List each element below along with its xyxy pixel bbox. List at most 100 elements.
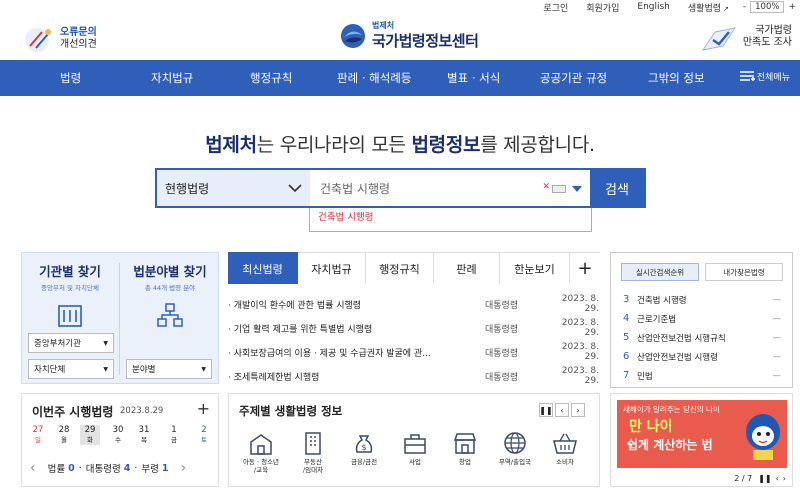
banner-pause-button[interactable]: ❚❚ [758,474,771,483]
site-logo[interactable]: 법제처 국가법령정보센터 [340,20,479,51]
rank-change: — [772,370,782,381]
day-week: 금 [171,436,177,444]
calendar-day[interactable]: 28 월 [54,425,74,445]
theme-item-finance[interactable]: $ 금융/금전 [344,431,384,466]
all-menu-label: 전체메뉴 [756,72,790,83]
prev-week-button[interactable]: ‹ [30,460,36,476]
nav-item-precedent[interactable]: 판례 · 해석례등 [337,70,411,86]
login-link[interactable]: 로그인 [543,1,568,14]
calendar-day[interactable]: 30 수 [108,425,128,445]
tab-more-button[interactable]: + [570,252,600,284]
rank-name: 산업안전보건법 시행령 [637,352,718,363]
lifelaw-link[interactable]: 생활법령 ↗ [688,1,729,14]
theme-item-business[interactable]: 사업 [395,431,435,466]
day-number: 27 [32,425,44,435]
banner-image[interactable]: 새해이가 알려주는 당신의 나이 만 나이 쉽게 계산하는 법 [617,400,787,468]
keyboard-icon[interactable] [552,185,566,193]
banner-prev-button[interactable]: ‹ [776,474,779,483]
feedback-link[interactable]: 오류문의 개선의견 [22,24,97,54]
next-button[interactable]: › [571,403,585,417]
weekly-enforcement-panel: 이번주 시행법령 2023.8.29 + 27 일 28 월 29 화 30 수 31 목… [21,393,219,487]
local-gov-select[interactable]: 자치단체 ▼ [28,359,114,379]
weekly-more-button[interactable]: + [197,399,210,418]
promo-banner[interactable]: 새해이가 알려주는 당신의 나이 만 나이 쉽게 계산하는 법 2 / 7 ❚❚… [610,393,793,487]
theme-item-startup[interactable]: 창업 [445,431,485,466]
nav-item-public-rule[interactable]: 공공기관 규정 [540,70,607,86]
utility-bar: 로그인 회원가입 English 생활법령 ↗ - 100% + [525,0,800,14]
list-item[interactable]: · 기업 활력 제고를 위한 특별법 시행령 대통령령 2023. 8. 29. [228,316,600,340]
finder-divider [119,263,120,375]
theme-label: 사업 [409,458,421,466]
nav-item-admin-rule[interactable]: 행정규칙 [250,70,292,86]
join-link[interactable]: 회원가입 [586,1,619,14]
field-finder[interactable]: 법분야별 찾기 총 44개 법령 분야 [122,261,218,332]
rank-number: 4 [623,313,630,324]
rank-item[interactable]: 6 산업안전보건법 시행령 — [623,347,783,366]
caret-down-icon: ▼ [103,365,108,373]
pause-button[interactable]: ❚❚ [539,403,553,417]
summary-decree-label: 대통령령 [85,464,121,475]
search-scope-select[interactable]: 현행법령 [157,170,310,206]
nav-item-law[interactable]: 법령 [60,70,81,86]
calendar-day-selected[interactable]: 29 화 [80,425,100,445]
all-menu-button[interactable]: 전체메뉴 [739,69,790,83]
summary-law-value[interactable]: 0 [68,463,75,474]
tab-local-law[interactable]: 자치법규 [298,252,366,284]
theme-item-trade[interactable]: 무역/출입국 [495,431,535,466]
search-input[interactable]: 건축법 시행령 ✕ [310,170,590,206]
tab-admin-rule[interactable]: 행정규칙 [366,252,434,284]
zoom-in-button[interactable]: + [788,2,796,12]
prev-button[interactable]: ‹ [555,403,569,417]
hero-strong: 법령정보 [411,134,481,156]
nav-item-local[interactable]: 자치법규 [151,70,193,86]
next-week-button[interactable]: › [180,460,186,476]
tab-precedent[interactable]: 판례 [434,252,500,284]
field-select[interactable]: 분야별 ▼ [126,359,212,379]
zoom-out-button[interactable]: - [743,2,746,12]
caret-down-icon[interactable] [572,186,582,192]
day-number: 2 [201,425,207,435]
theme-label-2: /교육 [253,466,269,474]
rank-item[interactable]: 3 건축법 시행령 — [623,290,783,309]
day-number: 1 [171,425,177,435]
tab-realtime-rank[interactable]: 실시간검색순위 [621,263,699,281]
central-agency-select[interactable]: 중앙부처기관 ▼ [28,333,114,353]
theme-item-real-estate[interactable]: 부동산/임대차 [293,431,333,474]
rank-item[interactable]: 5 산업안전보건법 시행규칙 — [623,328,783,347]
list-item[interactable]: · 사회보장급여의 이용 · 제공 및 수급권자 발굴에 관... 대통령령 2… [228,340,600,364]
clear-search-icon[interactable]: ✕ [542,182,550,192]
law-kind: 대통령령 [485,372,519,383]
search-button[interactable]: 검색 [590,170,644,206]
rank-item[interactable]: 4 근로기준법 — [623,309,783,328]
nav-item-etc[interactable]: 그밖의 정보 [648,70,705,86]
english-link[interactable]: English [637,2,670,12]
tab-latest-law[interactable]: 최신법령 [228,252,298,284]
calendar-day[interactable]: 27 일 [28,425,48,445]
rank-item[interactable]: 7 민법 — [623,366,783,385]
day-week: 토 [201,436,207,444]
nav-item-form[interactable]: 별표 · 서식 [447,70,500,86]
logo-title: 국가법령정보센터 [372,32,479,50]
feedback-line2: 개선의견 [60,39,97,50]
summary-ordinance-value[interactable]: 1 [162,463,169,474]
tab-overview[interactable]: 한눈보기 [500,252,570,284]
theme-item-consumer[interactable]: 소비자 [545,431,585,466]
banner-line3: 쉽게 계산하는 법 [627,438,713,452]
banner-next-button[interactable]: › [783,474,786,483]
briefcase-icon [404,434,426,454]
calendar-day[interactable]: 2토 [194,425,214,445]
tab-my-laws[interactable]: 내가찾은법령 [705,263,783,281]
list-item[interactable]: · 조세특례제한법 시행령 대통령령 2023. 8. 29. [228,364,600,388]
search-suggestion[interactable]: 건축법 시행령 [309,208,592,232]
survey-link[interactable]: 국가법령 만족도 조사 [699,22,792,52]
calendar-day[interactable]: 1금 [164,425,184,445]
theme-item-child-education[interactable]: 아동 · 청소년/교육 [241,431,281,474]
law-kind: 대통령령 [485,348,519,359]
law-title: · 개발이익 환수에 관한 법률 시행령 [228,300,362,311]
calendar-day[interactable]: 31 목 [134,425,154,445]
summary-decree-value[interactable]: 4 [124,463,131,474]
rank-number: 6 [623,351,630,362]
agency-finder[interactable]: 기관별 찾기 중앙부처 및 자치단체 [22,261,118,332]
rank-name: 민법 [637,371,653,382]
list-item[interactable]: · 개발이익 환수에 관한 법률 시행령 대통령령 2023. 8. 29. [228,292,600,316]
